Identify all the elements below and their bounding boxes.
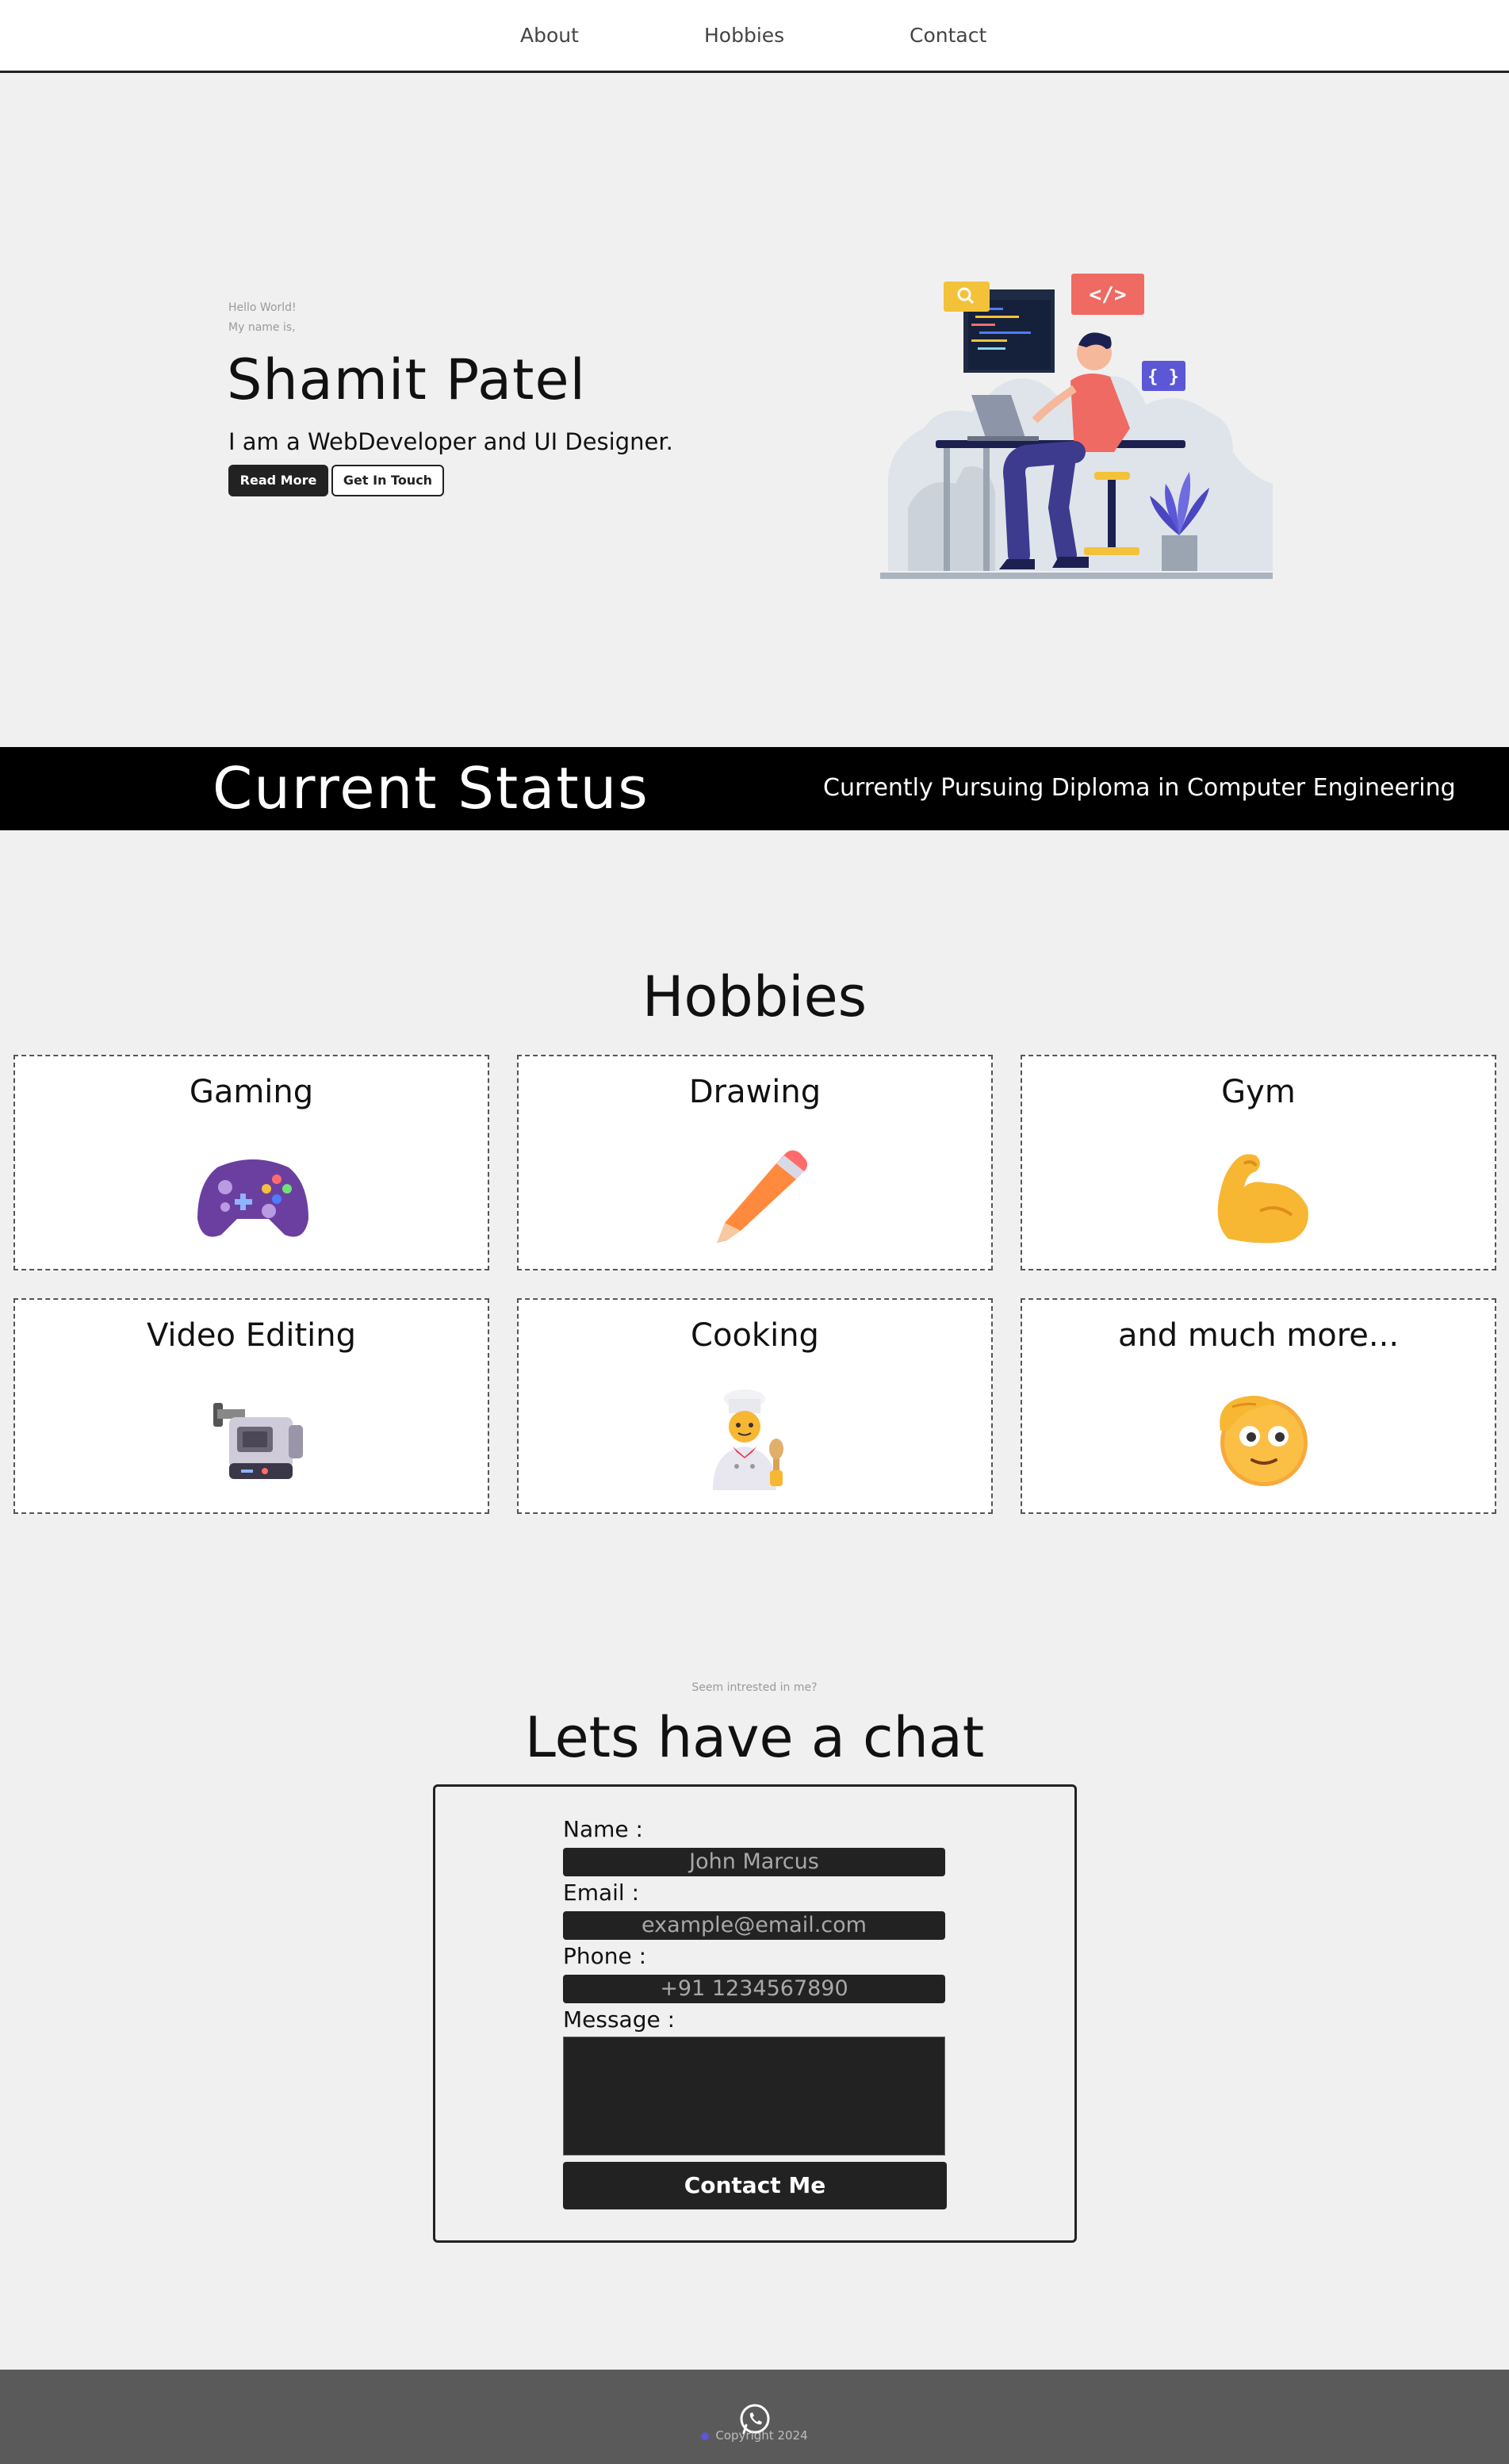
hobby-label: Gaming xyxy=(189,1074,314,1110)
nav-link-about[interactable]: About xyxy=(520,24,579,47)
copyright-text: Copyright 2024 xyxy=(715,2428,808,2443)
video-camera-icon xyxy=(213,1403,303,1479)
status-text: Currently Pursuing Diploma in Computer E… xyxy=(823,774,1456,802)
current-status-band: Current Status Currently Pursuing Diplom… xyxy=(0,747,1509,830)
hobby-label: Drawing xyxy=(688,1074,822,1110)
hero-intro: My name is, xyxy=(228,321,296,334)
email-label: Email : xyxy=(563,1880,640,1906)
hobby-card-much-more: and much more... xyxy=(1021,1298,1496,1514)
nav-link-hobbies[interactable]: Hobbies xyxy=(704,24,784,47)
name-field[interactable]: John Marcus xyxy=(563,1848,945,1876)
saluting-face-icon xyxy=(1220,1396,1308,1486)
hobbies-title: Hobbies xyxy=(642,964,867,1029)
hobby-label: Video Editing xyxy=(146,1317,357,1354)
hobby-card-gaming: Gaming xyxy=(13,1055,489,1270)
email-field[interactable]: example@email.com xyxy=(563,1911,945,1940)
footer-dot-icon xyxy=(701,2431,710,2440)
hero-name: Shamit Patel xyxy=(227,347,586,412)
message-textarea[interactable] xyxy=(563,2037,945,2156)
game-controller-icon xyxy=(197,1159,308,1237)
hobby-card-cooking: Cooking xyxy=(517,1298,993,1514)
message-label: Message : xyxy=(563,2006,676,2033)
hobby-label: Gym xyxy=(1221,1074,1296,1110)
pencil-icon xyxy=(717,1150,808,1243)
hobby-card-gym: Gym xyxy=(1021,1055,1496,1270)
top-nav: About Hobbies Contact xyxy=(0,0,1509,73)
contact-me-button[interactable]: Contact Me xyxy=(563,2162,947,2209)
phone-label: Phone : xyxy=(563,1943,647,1969)
footer-copyright: Copyright 2024 xyxy=(0,2428,1509,2443)
developer-at-desk-illustration: </> { } xyxy=(880,274,1273,579)
hobby-label: and much more... xyxy=(1117,1317,1400,1354)
get-in-touch-button[interactable]: Get In Touch xyxy=(331,465,444,496)
nav-link-contact[interactable]: Contact xyxy=(910,24,986,47)
contact-subtitle: Seem intrested in me? xyxy=(691,1681,818,1694)
hero-greeting: Hello World! xyxy=(228,301,297,314)
phone-field[interactable]: +91 1234567890 xyxy=(563,1975,945,2003)
svg-text:</>: </> xyxy=(1090,283,1127,307)
status-title: Current Status xyxy=(213,755,649,822)
cook-icon xyxy=(713,1389,783,1490)
footer xyxy=(0,2370,1509,2464)
name-label: Name : xyxy=(563,1816,643,1842)
hobby-card-drawing: Drawing xyxy=(517,1055,993,1270)
flexed-biceps-icon xyxy=(1217,1154,1308,1243)
hobby-card-video-editing: Video Editing xyxy=(13,1298,489,1514)
read-more-button[interactable]: Read More xyxy=(228,465,328,496)
hobby-label: Cooking xyxy=(691,1317,819,1354)
hero-tagline: I am a WebDeveloper and UI Designer. xyxy=(228,428,673,455)
contact-title: Lets have a chat xyxy=(524,1705,985,1770)
svg-text:{ }: { } xyxy=(1147,367,1179,387)
